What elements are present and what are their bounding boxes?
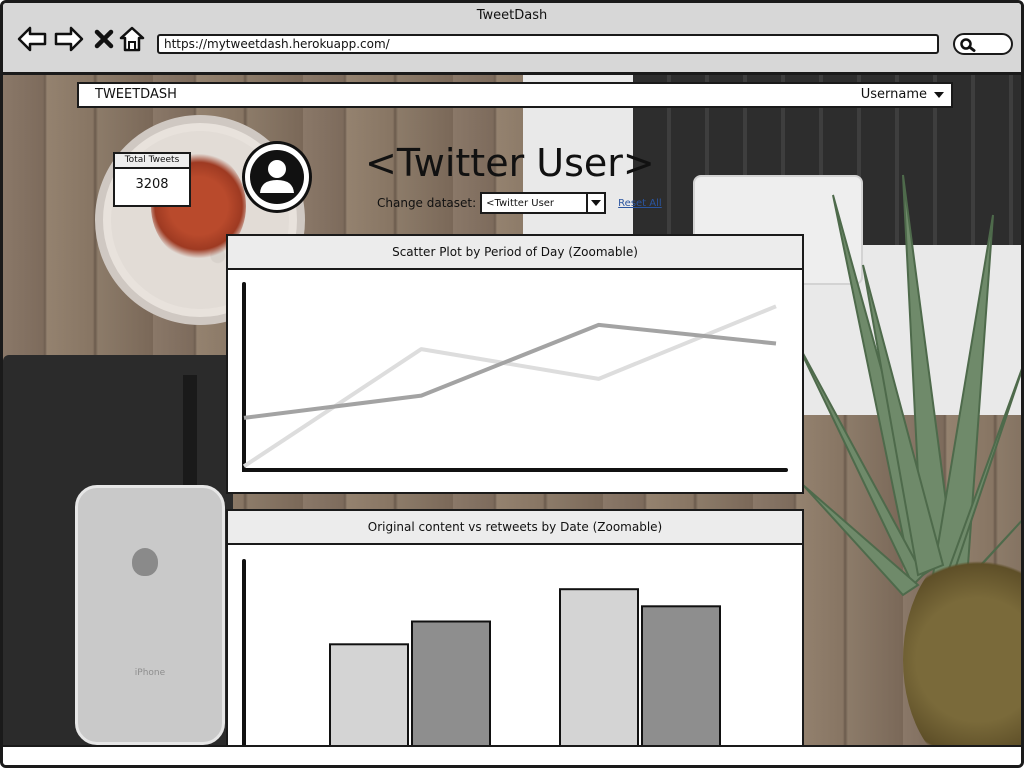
close-icon[interactable]: [89, 25, 119, 53]
total-tweets-label: Total Tweets: [115, 154, 189, 169]
bar-chart-panel: Original content vs retweets by Date (Zo…: [226, 509, 804, 747]
browser-titlebar: TweetDash https://mytweetdash.herokuapp.…: [3, 3, 1021, 75]
forward-arrow-icon[interactable]: [54, 25, 84, 53]
caret-down-icon: [934, 91, 944, 98]
browser-search-field[interactable]: [953, 33, 1013, 55]
bar-2-series-1: [559, 588, 639, 745]
caret-down-icon: [586, 194, 604, 212]
browser-status-bar: [3, 745, 1021, 765]
user-menu-dropdown[interactable]: Username: [861, 87, 947, 102]
bar-1-series-2: [411, 620, 491, 745]
browser-window: TweetDash https://mytweetdash.herokuapp.…: [0, 0, 1024, 768]
bar-2-series-2: [641, 605, 721, 745]
original-vs-retweets-bar-chart[interactable]: [228, 545, 802, 745]
app-brand-link[interactable]: TWEETDASH: [95, 87, 177, 102]
dataset-label: Change dataset:: [377, 196, 477, 210]
series-line-1: [242, 304, 777, 468]
reset-all-link[interactable]: Reset All: [618, 198, 662, 209]
search-icon: [960, 38, 976, 52]
bar-chart-title: Original content vs retweets by Date (Zo…: [228, 511, 802, 545]
home-icon[interactable]: [117, 25, 147, 53]
scatter-line-chart[interactable]: [228, 270, 802, 492]
dataset-select[interactable]: <Twitter User: [480, 192, 607, 214]
bar-1-series-1: [329, 643, 409, 745]
dataset-selected-value: <Twitter User: [486, 197, 555, 209]
app-navbar: TWEETDASH Username: [77, 82, 953, 108]
scatter-chart-panel: Scatter Plot by Period of Day (Zoomable): [226, 234, 804, 494]
address-bar[interactable]: https://mytweetdash.herokuapp.com/: [157, 34, 939, 54]
dataset-controls: Change dataset: <Twitter User Reset All: [377, 192, 662, 214]
pineapple-image: [792, 155, 1021, 745]
username-label: Username: [860, 87, 927, 102]
user-avatar-icon: [242, 141, 312, 213]
phone-image: iPhone: [75, 485, 225, 745]
chart-axes: [242, 282, 788, 472]
total-tweets-value: 3208: [135, 177, 169, 192]
scatter-chart-title: Scatter Plot by Period of Day (Zoomable): [228, 236, 802, 270]
twitter-user-title: <Twitter User>: [365, 141, 655, 185]
window-title: TweetDash: [476, 8, 548, 23]
total-tweets-card: Total Tweets 3208: [113, 152, 191, 207]
back-arrow-icon[interactable]: [17, 25, 47, 53]
